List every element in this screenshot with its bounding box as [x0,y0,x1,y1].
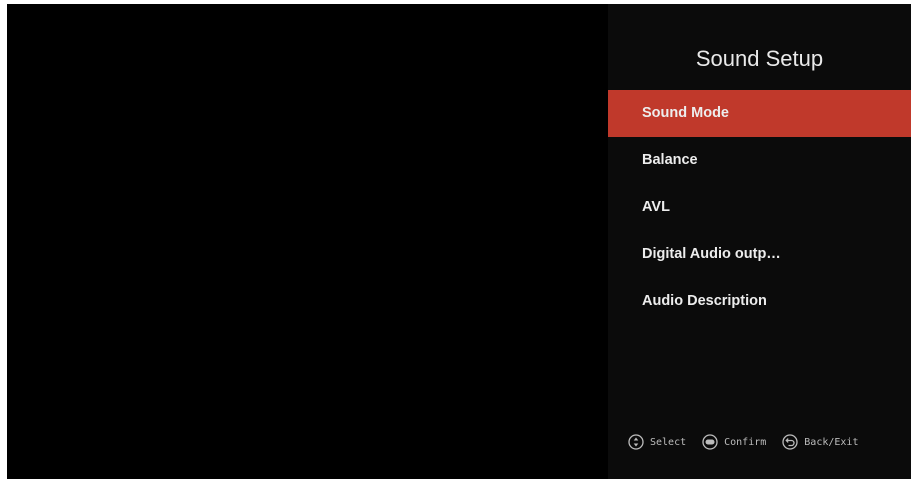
menu-item-label: Audio Description [642,293,767,309]
key-hints-bar: Select Confirm Back/Exit [628,434,911,450]
hint-select-label: Select [650,436,687,448]
hint-back: Back/Exit [782,434,858,450]
sound-setup-menu: Sound Mode Balance AVL Digital Audio out… [608,90,911,325]
menu-item-balance[interactable]: Balance [608,137,911,184]
menu-item-label: Digital Audio outp… [642,246,781,262]
hint-confirm-label: Confirm [724,436,767,448]
ok-icon [702,434,718,450]
updown-icon [628,434,644,450]
hint-confirm: Confirm [702,434,766,450]
hint-select: Select [628,434,686,450]
tv-screen: Sound Setup Sound Mode Balance AVL Digit… [7,4,911,479]
back-icon [782,434,798,450]
menu-item-sound-mode[interactable]: Sound Mode [608,90,911,137]
menu-item-digital-audio-output[interactable]: Digital Audio outp… [608,231,911,278]
menu-item-audio-description[interactable]: Audio Description [608,278,911,325]
hint-back-label: Back/Exit [804,436,859,448]
menu-item-avl[interactable]: AVL [608,184,911,231]
menu-item-label: Balance [642,152,698,168]
sound-setup-panel: Sound Setup Sound Mode Balance AVL Digit… [608,4,911,479]
menu-item-label: AVL [642,199,670,215]
menu-item-label: Sound Mode [642,105,729,121]
panel-title: Sound Setup [695,46,824,71]
